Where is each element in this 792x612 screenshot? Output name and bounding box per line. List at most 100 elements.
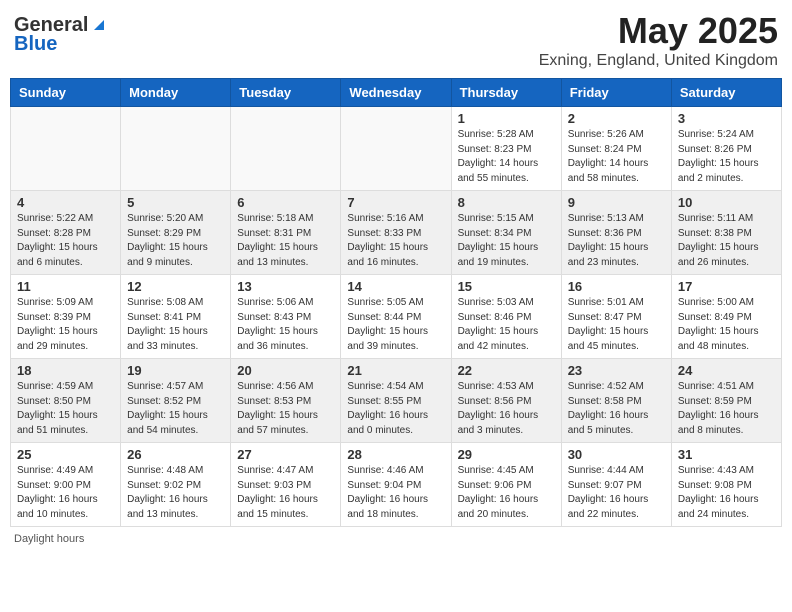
day-number: 31 (678, 447, 775, 462)
calendar-cell: 3 Sunrise: 5:24 AM Sunset: 8:26 PM Daylig… (671, 107, 781, 191)
calendar-table: SundayMondayTuesdayWednesdayThursdayFrid… (10, 78, 782, 527)
day-info: Sunrise: 5:18 AM Sunset: 8:31 PM Dayligh… (237, 212, 334, 270)
day-number: 1 (458, 111, 555, 126)
day-number: 12 (127, 279, 224, 294)
day-info: Sunrise: 5:16 AM Sunset: 8:33 PM Dayligh… (347, 212, 444, 270)
day-info: Sunrise: 5:00 AM Sunset: 8:49 PM Dayligh… (678, 296, 775, 354)
day-info: Sunrise: 5:01 AM Sunset: 8:47 PM Dayligh… (568, 296, 665, 354)
calendar-cell (121, 107, 231, 191)
day-info: Sunrise: 5:15 AM Sunset: 8:34 PM Dayligh… (458, 212, 555, 270)
day-number: 19 (127, 363, 224, 378)
calendar-week-row: 18 Sunrise: 4:59 AM Sunset: 8:50 PM Dayli… (11, 359, 782, 443)
day-info: Sunrise: 4:43 AM Sunset: 9:08 PM Dayligh… (678, 464, 775, 522)
day-info: Sunrise: 5:03 AM Sunset: 8:46 PM Dayligh… (458, 296, 555, 354)
day-info: Sunrise: 4:46 AM Sunset: 9:04 PM Dayligh… (347, 464, 444, 522)
day-number: 9 (568, 195, 665, 210)
calendar-day-header: Wednesday (341, 79, 451, 107)
title-area: May 2025 Exning, England, United Kingdom (539, 10, 778, 70)
day-number: 3 (678, 111, 775, 126)
calendar-cell: 27 Sunrise: 4:47 AM Sunset: 9:03 PM Dayli… (231, 443, 341, 527)
day-number: 27 (237, 447, 334, 462)
calendar-cell (11, 107, 121, 191)
day-number: 10 (678, 195, 775, 210)
day-info: Sunrise: 5:11 AM Sunset: 8:38 PM Dayligh… (678, 212, 775, 270)
calendar-cell: 16 Sunrise: 5:01 AM Sunset: 8:47 PM Dayli… (561, 275, 671, 359)
calendar-cell: 5Sunrise: 5:20 AM Sunset: 8:29 PM Daylig… (121, 191, 231, 275)
calendar-cell: 10 Sunrise: 5:11 AM Sunset: 8:38 PM Dayli… (671, 191, 781, 275)
day-number: 26 (127, 447, 224, 462)
day-info: Sunrise: 5:08 AM Sunset: 8:41 PM Dayligh… (127, 296, 224, 354)
logo-blue-text: Blue (14, 33, 57, 56)
day-info: Sunrise: 5:13 AM Sunset: 8:36 PM Dayligh… (568, 212, 665, 270)
calendar-day-header: Thursday (451, 79, 561, 107)
day-number: 18 (17, 363, 114, 378)
daylight-label: Daylight hours (14, 533, 84, 545)
footer-note: Daylight hours (10, 533, 782, 545)
calendar-week-row: 1Sunrise: 5:28 AM Sunset: 8:23 PM Daylig… (11, 107, 782, 191)
calendar-cell: 13Sunrise: 5:06 AM Sunset: 8:43 PM Dayli… (231, 275, 341, 359)
calendar-cell: 30 Sunrise: 4:44 AM Sunset: 9:07 PM Dayli… (561, 443, 671, 527)
day-info: Sunrise: 4:59 AM Sunset: 8:50 PM Dayligh… (17, 380, 114, 438)
day-info: Sunrise: 5:05 AM Sunset: 8:44 PM Dayligh… (347, 296, 444, 354)
day-info: Sunrise: 4:56 AM Sunset: 8:53 PM Dayligh… (237, 380, 334, 438)
calendar-cell: 24 Sunrise: 4:51 AM Sunset: 8:59 PM Dayli… (671, 359, 781, 443)
calendar-cell: 14 Sunrise: 5:05 AM Sunset: 8:44 PM Dayli… (341, 275, 451, 359)
day-number: 28 (347, 447, 444, 462)
calendar-cell: 18 Sunrise: 4:59 AM Sunset: 8:50 PM Dayli… (11, 359, 121, 443)
calendar-cell: 22Sunrise: 4:53 AM Sunset: 8:56 PM Dayli… (451, 359, 561, 443)
calendar-cell (231, 107, 341, 191)
day-number: 4 (17, 195, 114, 210)
calendar-cell: 2Sunrise: 5:26 AM Sunset: 8:24 PM Daylig… (561, 107, 671, 191)
day-number: 17 (678, 279, 775, 294)
calendar-week-row: 11 Sunrise: 5:09 AM Sunset: 8:39 PM Dayli… (11, 275, 782, 359)
day-info: Sunrise: 5:09 AM Sunset: 8:39 PM Dayligh… (17, 296, 114, 354)
day-info: Sunrise: 5:22 AM Sunset: 8:28 PM Dayligh… (17, 212, 114, 270)
calendar-cell (341, 107, 451, 191)
calendar-cell: 4 Sunrise: 5:22 AM Sunset: 8:28 PM Daylig… (11, 191, 121, 275)
calendar-cell: 1Sunrise: 5:28 AM Sunset: 8:23 PM Daylig… (451, 107, 561, 191)
day-number: 16 (568, 279, 665, 294)
calendar-week-row: 4 Sunrise: 5:22 AM Sunset: 8:28 PM Daylig… (11, 191, 782, 275)
calendar-week-row: 25 Sunrise: 4:49 AM Sunset: 9:00 PM Dayli… (11, 443, 782, 527)
calendar-day-header: Tuesday (231, 79, 341, 107)
calendar-cell: 19 Sunrise: 4:57 AM Sunset: 8:52 PM Dayli… (121, 359, 231, 443)
day-info: Sunrise: 4:57 AM Sunset: 8:52 PM Dayligh… (127, 380, 224, 438)
day-number: 14 (347, 279, 444, 294)
day-number: 13 (237, 279, 334, 294)
day-info: Sunrise: 4:48 AM Sunset: 9:02 PM Dayligh… (127, 464, 224, 522)
location-title: Exning, England, United Kingdom (539, 52, 778, 70)
day-number: 11 (17, 279, 114, 294)
day-info: Sunrise: 4:44 AM Sunset: 9:07 PM Dayligh… (568, 464, 665, 522)
calendar-cell: 26 Sunrise: 4:48 AM Sunset: 9:02 PM Dayli… (121, 443, 231, 527)
day-info: Sunrise: 5:24 AM Sunset: 8:26 PM Dayligh… (678, 128, 775, 186)
calendar-cell: 21 Sunrise: 4:54 AM Sunset: 8:55 PM Dayli… (341, 359, 451, 443)
day-number: 8 (458, 195, 555, 210)
day-info: Sunrise: 4:47 AM Sunset: 9:03 PM Dayligh… (237, 464, 334, 522)
day-number: 29 (458, 447, 555, 462)
calendar-cell: 7 Sunrise: 5:16 AM Sunset: 8:33 PM Daylig… (341, 191, 451, 275)
day-number: 25 (17, 447, 114, 462)
day-number: 30 (568, 447, 665, 462)
day-number: 15 (458, 279, 555, 294)
logo-triangle-icon (90, 16, 108, 34)
day-number: 7 (347, 195, 444, 210)
calendar-cell: 9 Sunrise: 5:13 AM Sunset: 8:36 PM Daylig… (561, 191, 671, 275)
calendar-cell: 12 Sunrise: 5:08 AM Sunset: 8:41 PM Dayli… (121, 275, 231, 359)
day-number: 5 (127, 195, 224, 210)
day-info: Sunrise: 4:49 AM Sunset: 9:00 PM Dayligh… (17, 464, 114, 522)
day-number: 24 (678, 363, 775, 378)
day-info: Sunrise: 4:51 AM Sunset: 8:59 PM Dayligh… (678, 380, 775, 438)
calendar-day-header: Friday (561, 79, 671, 107)
calendar-cell: 8 Sunrise: 5:15 AM Sunset: 8:34 PM Daylig… (451, 191, 561, 275)
calendar-cell: 31 Sunrise: 4:43 AM Sunset: 9:08 PM Dayli… (671, 443, 781, 527)
day-number: 21 (347, 363, 444, 378)
month-title: May 2025 (539, 10, 778, 52)
day-info: Sunrise: 4:54 AM Sunset: 8:55 PM Dayligh… (347, 380, 444, 438)
calendar-cell: 23Sunrise: 4:52 AM Sunset: 8:58 PM Dayli… (561, 359, 671, 443)
calendar-day-header: Saturday (671, 79, 781, 107)
logo: General Blue (14, 14, 108, 56)
day-number: 6 (237, 195, 334, 210)
day-info: Sunrise: 4:45 AM Sunset: 9:06 PM Dayligh… (458, 464, 555, 522)
calendar-cell: 28 Sunrise: 4:46 AM Sunset: 9:04 PM Dayli… (341, 443, 451, 527)
page-header: General Blue May 2025 Exning, England, U… (10, 10, 782, 70)
